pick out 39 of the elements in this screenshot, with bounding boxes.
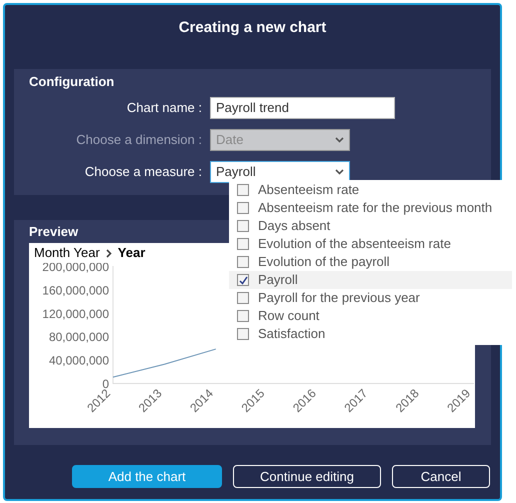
chevron-right-icon [106,248,112,258]
checkbox[interactable] [237,220,249,232]
field-label: Choose a measure : [84,162,203,181]
checkbox[interactable] [237,184,249,196]
dropdown-option[interactable]: Days absent [229,217,512,235]
dropdown-option[interactable]: Absenteeism rate [229,181,512,199]
dropdown-option[interactable]: Evolution of the absenteeism rate [229,235,512,253]
checkbox[interactable] [237,292,249,304]
y-tick-label: 120,000,000 [42,306,109,321]
chart-name-field[interactable]: Payroll trend [210,96,395,118]
breadcrumb-item: Year [118,244,146,262]
y-tick-label: 160,000,000 [42,283,109,298]
cancel-button[interactable]: Cancel [392,465,490,488]
checkbox[interactable] [237,328,249,340]
dropdown-option[interactable]: Absenteeism rate for the previous month [229,199,512,217]
chevron-down-icon [335,136,344,142]
dropdown-option[interactable]: Payroll for the previous year [229,289,512,307]
breadcrumb-item[interactable]: Month Year [34,243,100,263]
y-tick-label: 80,000,000 [48,330,109,344]
dialog-title: Creating a new chart [178,18,328,37]
dropdown-field[interactable]: Payroll [210,160,350,182]
checkbox[interactable] [237,202,249,214]
checkbox[interactable] [237,274,249,286]
checkbox[interactable] [237,256,249,268]
dropdown-option[interactable]: Evolution of the payroll [229,253,512,271]
field-label: Chart name : [126,98,203,117]
section-heading: Preview [29,223,78,241]
section-heading: Configuration [29,73,116,91]
dropdown-option[interactable]: Payroll [229,271,512,289]
checkmark-icon [238,276,248,284]
checkbox[interactable] [237,238,249,250]
dropdown-option[interactable]: Satisfaction [229,325,512,343]
field-label: Choose a dimension : [75,130,203,149]
chevron-down-icon [335,168,344,174]
dropdown-option[interactable]: Row count [229,307,512,325]
checkbox[interactable] [237,310,249,322]
y-tick-label: 0 [102,377,109,391]
continue-button[interactable]: Continue editing [233,465,381,488]
y-tick-label: 40,000,000 [48,354,109,368]
